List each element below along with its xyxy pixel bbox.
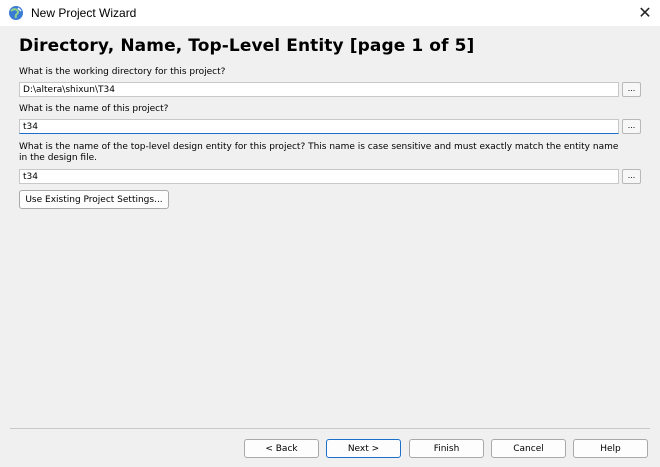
back-button[interactable]: < Back bbox=[244, 439, 319, 458]
title-bar: New Project Wizard ✕ bbox=[0, 0, 660, 26]
window-title: New Project Wizard bbox=[31, 6, 137, 20]
project-name-browse-button[interactable]: ... bbox=[622, 119, 641, 134]
directory-browse-button[interactable]: ... bbox=[622, 82, 641, 97]
project-name-input[interactable]: t34 bbox=[19, 119, 619, 134]
directory-input[interactable]: D:\altera\shixun\T34 bbox=[19, 82, 619, 97]
help-button[interactable]: Help bbox=[573, 439, 648, 458]
use-existing-settings-button[interactable]: Use Existing Project Settings... bbox=[19, 190, 169, 209]
top-level-entity-browse-button[interactable]: ... bbox=[622, 169, 641, 184]
footer-separator bbox=[10, 428, 650, 429]
directory-label: What is the working directory for this p… bbox=[19, 67, 226, 77]
page-title: Directory, Name, Top-Level Entity [page … bbox=[19, 36, 475, 56]
top-level-entity-label: What is the name of the top-level design… bbox=[19, 142, 619, 163]
wizard-globe-icon bbox=[8, 5, 24, 21]
next-button[interactable]: Next > bbox=[326, 439, 401, 458]
project-name-label: What is the name of this project? bbox=[19, 104, 169, 114]
top-level-entity-input[interactable]: t34 bbox=[19, 169, 619, 184]
finish-button[interactable]: Finish bbox=[409, 439, 484, 458]
close-icon[interactable]: ✕ bbox=[630, 0, 660, 26]
cancel-button[interactable]: Cancel bbox=[491, 439, 566, 458]
